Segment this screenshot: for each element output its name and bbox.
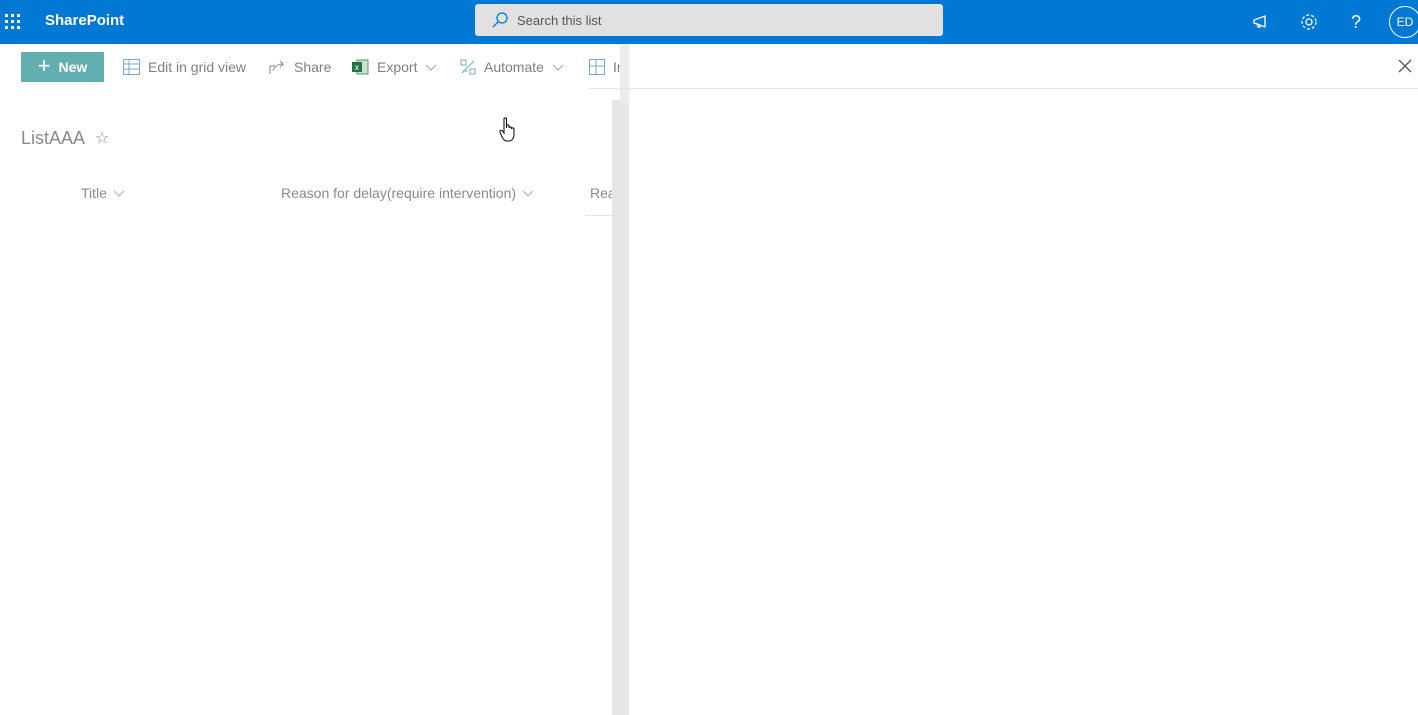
column-header-label: Title [81, 185, 107, 201]
export-label: Export [377, 59, 418, 75]
grid-icon [123, 59, 140, 75]
hand-cursor-icon [499, 117, 517, 148]
feedback-button[interactable] [1245, 0, 1277, 44]
search-box[interactable] [475, 4, 943, 36]
automate-icon [460, 59, 476, 75]
share-label: Share [294, 59, 332, 75]
list-title: ListAAA [21, 128, 86, 148]
brand-link[interactable]: SharePoint [45, 12, 124, 29]
excel-icon: x [352, 59, 369, 75]
chevron-down-icon [552, 64, 564, 71]
chevron-down-icon [113, 190, 125, 197]
close-panel-button[interactable] [1393, 54, 1417, 78]
svg-text:x: x [355, 63, 360, 72]
close-icon [1398, 59, 1412, 73]
help-button[interactable]: ? [1340, 0, 1372, 44]
automate-button[interactable]: Automate [460, 52, 564, 82]
chevron-down-icon [426, 64, 437, 71]
suite-bar: SharePoint ? ED [0, 0, 1418, 44]
megaphone-icon [1253, 15, 1266, 28]
chevron-down-icon [522, 190, 534, 197]
export-button[interactable]: x Export [352, 52, 437, 82]
side-panel [629, 44, 1418, 715]
integrate-icon [589, 59, 605, 75]
column-header-title[interactable]: Title [81, 185, 125, 201]
waffle-icon [5, 14, 20, 29]
new-button[interactable]: + New [21, 52, 104, 82]
edit-grid-view-label: Edit in grid view [148, 59, 247, 75]
search-icon [491, 11, 509, 29]
column-header-reason-for-delay[interactable]: Reason for delay(require intervention) [281, 185, 534, 201]
edit-grid-view-button[interactable]: Edit in grid view [123, 52, 246, 82]
new-button-label: New [58, 59, 88, 75]
panel-header-divider [588, 88, 1418, 89]
app-launcher-button[interactable] [0, 0, 26, 44]
star-icon[interactable]: ☆ [95, 128, 109, 148]
plus-icon: + [37, 53, 51, 78]
search-input[interactable] [517, 5, 917, 35]
share-button[interactable]: Share [269, 52, 331, 82]
column-header-label: Reason for delay(require intervention) [281, 185, 517, 201]
gear-icon [1301, 14, 1317, 30]
help-icon: ? [1350, 11, 1361, 32]
automate-label: Automate [484, 59, 544, 75]
avatar[interactable]: ED [1389, 6, 1418, 38]
settings-button[interactable] [1293, 0, 1325, 44]
share-icon [269, 60, 285, 74]
panel-shadow [612, 100, 630, 715]
